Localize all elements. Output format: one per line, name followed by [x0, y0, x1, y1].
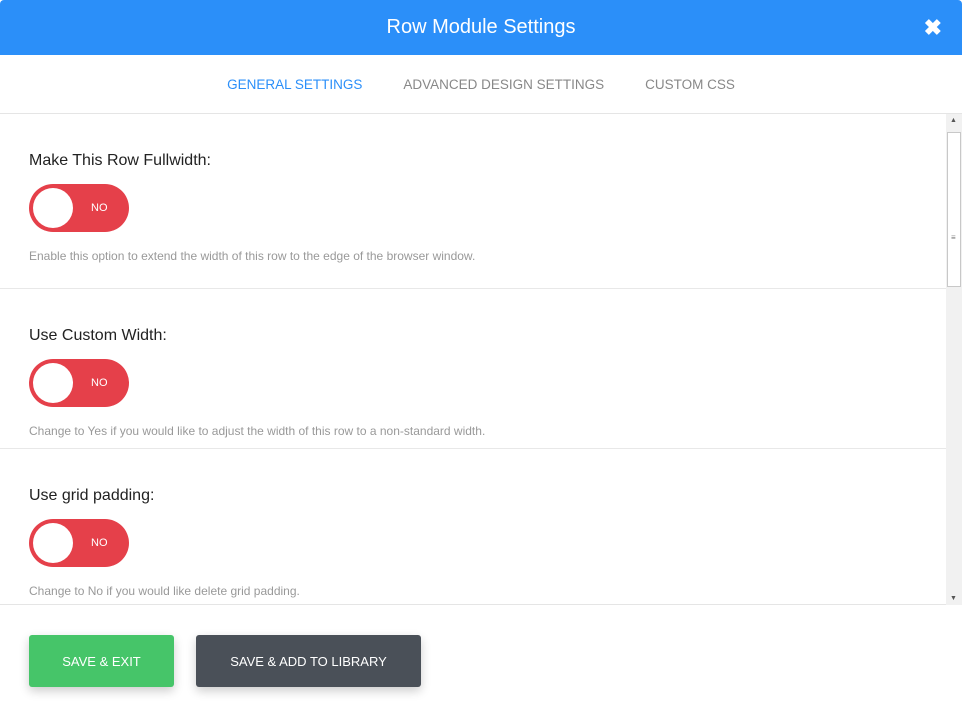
toggle-knob	[33, 188, 73, 228]
grid-padding-toggle[interactable]: NO	[29, 519, 129, 567]
save-add-library-button[interactable]: SAVE & ADD TO LIBRARY	[196, 635, 421, 687]
setting-description: Change to Yes if you would like to adjus…	[29, 424, 486, 438]
setting-description: Enable this option to extend the width o…	[29, 249, 476, 263]
setting-grid-padding: Use grid padding: NO Change to No if you…	[0, 449, 946, 604]
setting-fullwidth: Make This Row Fullwidth: NO Enable this …	[0, 114, 946, 289]
fullwidth-toggle[interactable]: NO	[29, 184, 129, 232]
tab-custom-css[interactable]: CUSTOM CSS	[645, 77, 735, 92]
save-exit-button[interactable]: SAVE & EXIT	[29, 635, 174, 687]
toggle-state: NO	[91, 202, 108, 214]
toggle-state: NO	[91, 537, 108, 549]
scrollbar-thumb[interactable]: ≡	[947, 132, 961, 287]
toggle-knob	[33, 523, 73, 563]
tab-bar: GENERAL SETTINGS ADVANCED DESIGN SETTING…	[0, 55, 962, 114]
grip-icon: ≡	[951, 233, 956, 242]
setting-custom-width: Use Custom Width: NO Change to Yes if yo…	[0, 289, 946, 449]
tab-general-settings[interactable]: GENERAL SETTINGS	[227, 77, 362, 92]
setting-label: Use grid padding:	[29, 487, 155, 504]
modal-header: Row Module Settings ✖	[0, 0, 962, 55]
tab-advanced-design-settings[interactable]: ADVANCED DESIGN SETTINGS	[403, 77, 604, 92]
modal-title: Row Module Settings	[386, 16, 576, 38]
close-icon[interactable]: ✖	[924, 0, 942, 55]
toggle-knob	[33, 363, 73, 403]
setting-label: Make This Row Fullwidth:	[29, 152, 211, 169]
toggle-state: NO	[91, 377, 108, 389]
custom-width-toggle[interactable]: NO	[29, 359, 129, 407]
scroll-down-arrow-icon[interactable]: ▼	[950, 595, 957, 602]
settings-panel: Make This Row Fullwidth: NO Enable this …	[0, 114, 946, 605]
setting-description: Change to No if you would like delete gr…	[29, 584, 300, 598]
scrollbar[interactable]: ▲ ≡ ▼	[946, 114, 962, 605]
setting-label: Use Custom Width:	[29, 327, 167, 344]
scroll-up-arrow-icon[interactable]: ▲	[950, 117, 957, 124]
